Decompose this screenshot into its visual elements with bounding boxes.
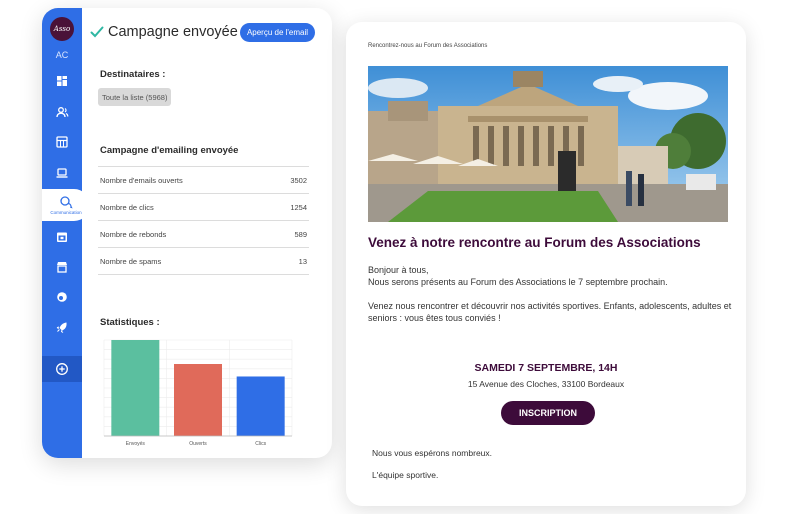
calendar-grid-icon	[56, 136, 68, 148]
dashboard-icon	[57, 76, 67, 86]
recipients-title: Destinataires :	[100, 69, 166, 80]
chart-bar-1	[174, 364, 222, 436]
sidebar-item-label: Communication	[50, 210, 82, 215]
event-date: SAMEDI 7 SEPTEMBRE, 14H	[474, 362, 618, 374]
sidebar-item-events[interactable]	[42, 224, 82, 250]
email-closing: Nous vous espérons nombreux.	[372, 448, 493, 458]
page-title: Campagne envoyée !	[108, 24, 246, 40]
sidebar-item-dashboard[interactable]	[42, 68, 82, 94]
hero-image	[368, 66, 728, 222]
main-content: Campagne envoyée ! Aperçu de l'email Des…	[82, 8, 332, 458]
chart-tick-label: Clics	[255, 441, 266, 447]
plus-circle-icon	[56, 363, 68, 375]
app-logo: Asso	[50, 17, 74, 41]
chart-bar-0	[111, 340, 160, 436]
email-preheader: Rencontrez-nous au Forum des Association…	[368, 43, 488, 49]
inscription-button[interactable]: INSCRIPTION	[501, 401, 595, 425]
stat-label: Nombre de rebonds	[100, 229, 167, 239]
sidebar-item-finance[interactable]	[42, 284, 82, 310]
email-preview-button[interactable]: Aperçu de l'email	[240, 23, 315, 42]
email-paragraph: Nous serons présents au Forum des Associ…	[368, 277, 668, 287]
email-heading: Venez à notre rencontre au Forum des Ass…	[368, 235, 701, 250]
stat-label: Nombre d'emails ouverts	[100, 175, 183, 185]
table-row: Nombre de spams 13	[98, 247, 309, 275]
sidebar: Asso AC Communication	[42, 8, 90, 458]
stat-value: 3502	[290, 175, 307, 185]
statistics-bar-chart: Envoyés Ouverts Clics	[103, 339, 293, 447]
logo-text: Asso	[53, 25, 71, 33]
coins-icon	[57, 292, 67, 302]
stats-table: Nombre d'emails ouverts 3502 Nombre de cl…	[98, 166, 309, 275]
statistics-title: Statistiques :	[100, 317, 160, 328]
chart-bar-2	[236, 376, 285, 436]
table-row: Nombre d'emails ouverts 3502	[98, 166, 309, 193]
sidebar-item-calendar[interactable]	[42, 129, 82, 155]
stat-value: 589	[294, 229, 307, 239]
event-address: 15 Avenue des Cloches, 33100 Bordeaux	[467, 379, 625, 389]
stat-value: 1254	[290, 202, 307, 212]
email-greeting: Bonjour à tous,	[368, 265, 429, 275]
chart-tick-label: Envoyés	[126, 441, 146, 447]
chat-bubbles-icon	[60, 196, 73, 209]
laptop-icon	[56, 168, 68, 178]
email-body: Bonjour à tous, Nous serons présents au …	[368, 264, 738, 324]
email-preview: Rencontrez-nous au Forum des Association…	[346, 22, 746, 506]
recipients-list-chip[interactable]: Toute la liste (5968)	[98, 88, 172, 106]
campaign-app-window: Asso AC Communication Campagne envoyée !…	[42, 8, 332, 458]
user-initials[interactable]: AC	[42, 50, 82, 60]
table-row: Nombre de clics 1254	[98, 193, 309, 220]
page-header: Campagne envoyée !	[90, 24, 246, 40]
table-row: Nombre de rebonds 589	[98, 220, 309, 247]
check-icon	[90, 26, 104, 38]
shop-icon	[57, 262, 67, 273]
add-button[interactable]	[42, 356, 82, 382]
sidebar-item-shop[interactable]	[42, 254, 82, 280]
stat-label: Nombre de spams	[100, 256, 162, 266]
campaign-title: Campagne d'emailing envoyée	[100, 145, 239, 156]
sidebar-item-computer[interactable]	[42, 160, 82, 186]
calendar-event-icon	[57, 232, 67, 242]
sidebar-item-launch[interactable]	[42, 314, 82, 340]
chart-tick-label: Ouverts	[189, 441, 207, 447]
stat-label: Nombre de clics	[100, 202, 154, 212]
stat-value: 13	[298, 256, 307, 266]
email-paragraph: Venez nous rencontrer et découvrir nos a…	[368, 301, 732, 323]
members-icon	[56, 107, 69, 118]
sidebar-item-members[interactable]	[42, 99, 82, 125]
email-signature: L'équipe sportive.	[372, 470, 439, 480]
rocket-icon	[56, 322, 67, 333]
